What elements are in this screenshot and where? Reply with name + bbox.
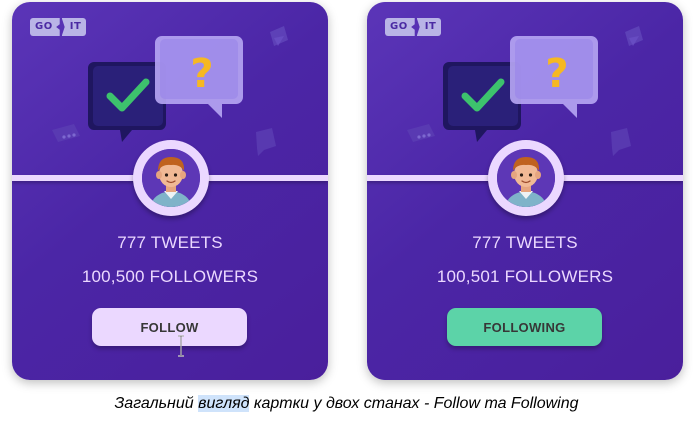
follow-button[interactable]: FOLLOW: [92, 308, 247, 346]
following-button[interactable]: FOLLOWING: [447, 308, 602, 346]
boy-avatar-icon: [497, 149, 555, 207]
tweets-count: 777 TWEETS: [472, 233, 578, 252]
screenshot-stage: GO IT 777 TWEETS 100,500 FOLLOWERS FOLLO…: [0, 0, 693, 443]
tweet-card-follow: GO IT 777 TWEETS 100,500 FOLLOWERS FOLLO…: [12, 2, 328, 380]
avatar: [488, 140, 564, 216]
tweets-count: 777 TWEETS: [117, 233, 223, 252]
followers-count: 100,500 FOLLOWERS: [81, 267, 259, 286]
avatar: [133, 140, 209, 216]
followers-count: 100,501 FOLLOWERS: [436, 267, 614, 286]
text-cursor-icon: [178, 335, 184, 357]
caption-before: Загальний: [114, 395, 199, 412]
caption-after: картки у двох станах - Follow та Followi…: [249, 395, 579, 412]
tweet-card-following: GO IT 777 TWEETS 100,501 FOLLOWERS FOLLO…: [367, 2, 683, 380]
caption-highlight: вигляд: [198, 395, 250, 412]
caption: Загальний вигляд картки у двох станах - …: [0, 395, 693, 413]
boy-avatar-icon: [142, 149, 200, 207]
